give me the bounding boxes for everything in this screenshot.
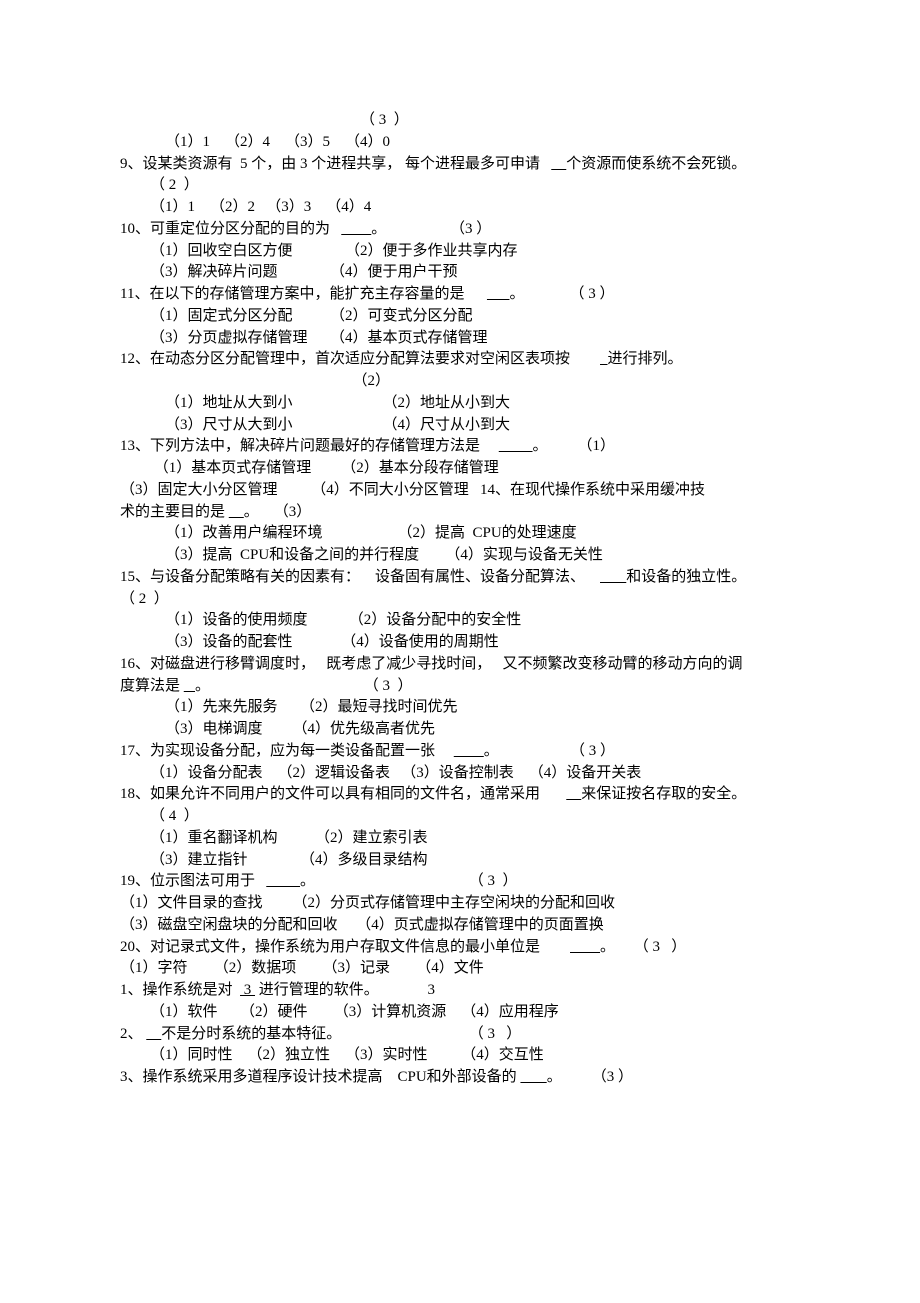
document-body: （ 3 ）（1）1 （2）4 （3）5 （4）09、设某类资源有 5 个，由 3… (120, 110, 800, 1089)
text-line: （1）1 （2）2 （3）3 （4）4 (120, 197, 800, 219)
text-line: 2、 不是分时系统的基本特征。 （ 3 ） (120, 1024, 800, 1046)
text-line: 15、与设备分配策略有关的因素有： 设备固有属性、设备分配算法、 和设备的独立性… (120, 567, 800, 589)
text-line: （1）固定式分区分配 （2）可变式分区分配 (120, 306, 800, 328)
text-line: （3）建立指针 （4）多级目录结构 (120, 850, 800, 872)
text-line: （1）回收空白区方便 （2）便于多作业共享内存 (120, 241, 800, 263)
text-line: 1、操作系统是对 3 进行管理的软件。 3 (120, 980, 800, 1002)
text-line: 11、在以下的存储管理方案中，能扩充主存容量的是 。 （ 3 ） (120, 284, 800, 306)
text-line: 3、操作系统采用多道程序设计技术提高 CPU和外部设备的 。 （3 ） (120, 1067, 800, 1089)
text-line: （1）1 （2）4 （3）5 （4）0 (120, 132, 800, 154)
text-line: （3）固定大小分区管理 （4）不同大小分区管理 14、在现代操作系统中采用缓冲技 (120, 480, 800, 502)
text-line: （3）磁盘空闲盘块的分配和回收 （4）页式虚拟存储管理中的页面置换 (120, 915, 800, 937)
text-line: （3）电梯调度 （4）优先级高者优先 (120, 719, 800, 741)
text-line: 13、下列方法中，解决碎片问题最好的存储管理方法是 。 （1） (120, 436, 800, 458)
text-line: （2） (120, 371, 800, 393)
text-line: （1）改善用户编程环境 （2）提高 CPU的处理速度 (120, 523, 800, 545)
text-line: 9、设某类资源有 5 个，由 3 个进程共享， 每个进程最多可申请 个资源而使系… (120, 154, 800, 176)
text-line: （1）同时性 （2）独立性 （3）实时性 （4）交互性 (120, 1045, 800, 1067)
text-line: 19、位示图法可用于 。 （ 3 ） (120, 871, 800, 893)
text-line: 10、可重定位分区分配的目的为 。 （3 ） (120, 219, 800, 241)
text-line: （1）先来先服务 （2）最短寻找时间优先 (120, 697, 800, 719)
text-line: （3）尺寸从大到小 （4）尺寸从小到大 (120, 415, 800, 437)
text-line: （1）设备的使用频度 （2）设备分配中的安全性 (120, 610, 800, 632)
text-line: 18、如果允许不同用户的文件可以具有相同的文件名，通常采用 来保证按名存取的安全… (120, 784, 800, 806)
text-line: （ 3 ） (120, 110, 800, 132)
text-line: 16、对磁盘进行移臂调度时， 既考虑了减少寻找时间， 又不频繁改变移动臂的移动方… (120, 654, 800, 676)
text-line: （3）提高 CPU和设备之间的并行程度 （4）实现与设备无关性 (120, 545, 800, 567)
text-line: 20、对记录式文件，操作系统为用户存取文件信息的最小单位是 。 （ 3 ） (120, 937, 800, 959)
text-line: 度算法是 。 （ 3 ） (120, 676, 800, 698)
text-line: （3）分页虚拟存储管理 （4）基本页式存储管理 (120, 328, 800, 350)
text-line: （ 2 ） (120, 589, 800, 611)
text-line: （1）地址从大到小 （2）地址从小到大 (120, 393, 800, 415)
text-line: 17、为实现设备分配，应为每一类设备配置一张 。 （ 3 ） (120, 741, 800, 763)
text-line: （ 4 ） (120, 806, 800, 828)
text-line: 术的主要目的是 。 （3） (120, 502, 800, 524)
text-line: （3）解决碎片问题 （4）便于用户干预 (120, 262, 800, 284)
text-line: （1）设备分配表 （2）逻辑设备表 （3）设备控制表 （4）设备开关表 (120, 763, 800, 785)
text-line: （ 2 ） (120, 175, 800, 197)
text-line: （1）基本页式存储管理 （2）基本分段存储管理 (120, 458, 800, 480)
text-line: （3）设备的配套性 （4）设备使用的周期性 (120, 632, 800, 654)
text-line: 12、在动态分区分配管理中，首次适应分配算法要求对空闲区表项按 进行排列。 (120, 349, 800, 371)
text-line: （1）重名翻译机构 （2）建立索引表 (120, 828, 800, 850)
text-line: （1）字符 （2）数据项 （3）记录 （4）文件 (120, 958, 800, 980)
text-line: （1）软件 （2）硬件 （3）计算机资源 （4）应用程序 (120, 1002, 800, 1024)
text-line: （1）文件目录的查找 （2）分页式存储管理中主存空闲块的分配和回收 (120, 893, 800, 915)
document-page: （ 3 ）（1）1 （2）4 （3）5 （4）09、设某类资源有 5 个，由 3… (0, 0, 920, 1129)
